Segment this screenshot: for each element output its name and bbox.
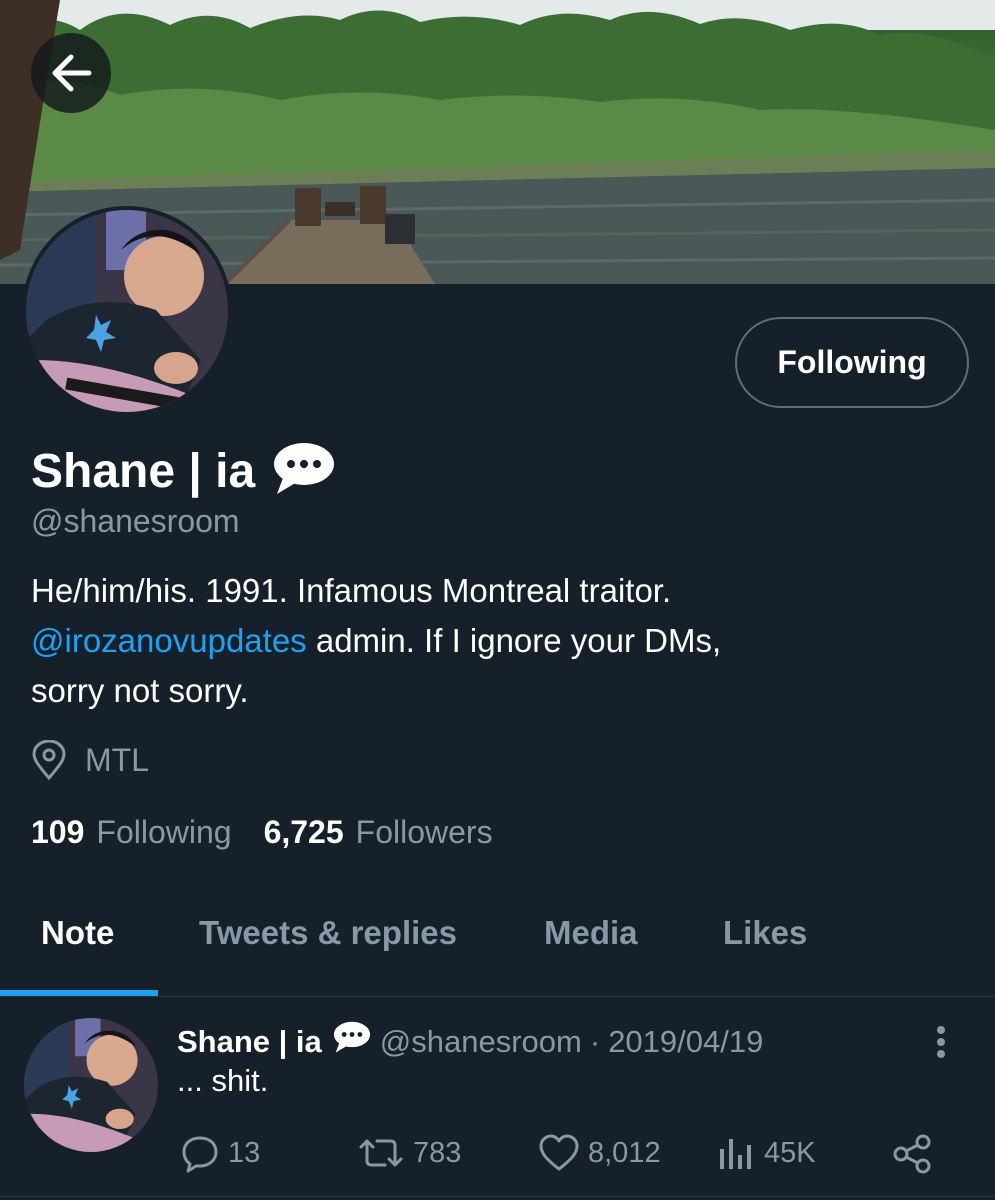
divider xyxy=(0,996,995,997)
like-button[interactable]: 8,012 xyxy=(538,1133,661,1173)
following-label: Following xyxy=(96,814,232,850)
reply-icon xyxy=(182,1136,218,1173)
bar-chart-icon xyxy=(720,1139,751,1169)
tweet-author-handle[interactable]: @shanesroom xyxy=(380,1024,582,1060)
more-options-button[interactable] xyxy=(925,1022,957,1062)
like-count: 8,012 xyxy=(588,1136,661,1169)
bio-line: He/him/his. 1991. Infamous Montreal trai… xyxy=(31,572,672,609)
divider xyxy=(0,1196,995,1197)
following-stat[interactable]: 109 Following xyxy=(31,814,232,851)
tweet-actions: 13 783 8,012 45K xyxy=(0,1133,995,1177)
location-text: MTL xyxy=(85,741,149,778)
retweet-icon xyxy=(359,1139,403,1167)
profile-name-row: Shane | ia xyxy=(31,440,337,503)
tweet-avatar[interactable] xyxy=(24,1018,158,1152)
bio-line: @irozanovupdates admin. If I ignore your… xyxy=(31,616,961,666)
tab-tweets-replies[interactable]: Tweets & replies xyxy=(199,914,457,952)
tab-likes[interactable]: Likes xyxy=(723,914,807,952)
views-button[interactable]: 45K xyxy=(716,1133,816,1173)
bio-mention-link[interactable]: @irozanovupdates xyxy=(31,622,307,659)
profile-location: MTL xyxy=(31,740,149,780)
view-count: 45K xyxy=(764,1136,816,1169)
profile-stats: 109 Following 6,725 Followers xyxy=(31,814,493,851)
tweet-date[interactable]: 2019/04/19 xyxy=(608,1024,763,1060)
share-icon xyxy=(893,1134,931,1174)
reply-button[interactable]: 13 xyxy=(180,1133,260,1173)
arrow-left-icon xyxy=(52,54,92,92)
retweet-button[interactable]: 783 xyxy=(357,1133,461,1173)
more-dot xyxy=(937,1038,945,1046)
followers-label: Followers xyxy=(355,814,493,850)
speech-balloon-icon xyxy=(271,440,337,503)
location-pin-icon xyxy=(32,740,66,780)
reply-count: 13 xyxy=(228,1136,261,1169)
tab-note[interactable]: Note xyxy=(41,914,114,952)
followers-stat[interactable]: 6,725 Followers xyxy=(264,814,493,851)
tweet-author-name[interactable]: Shane | ia xyxy=(177,1024,322,1060)
retweet-count: 783 xyxy=(413,1136,462,1169)
more-dot xyxy=(937,1050,945,1058)
following-count: 109 xyxy=(31,814,85,850)
tweet-text: ... shit. xyxy=(177,1063,269,1098)
back-button[interactable] xyxy=(31,33,111,113)
profile-tabs: Note Tweets & replies Media Likes xyxy=(0,900,995,998)
share-button[interactable] xyxy=(892,1133,942,1175)
bio-text: admin. If I ignore your DMs, xyxy=(306,622,722,659)
tab-media[interactable]: Media xyxy=(544,914,638,952)
tweet-header: Shane | ia @shanesroom · 2019/04/19 xyxy=(177,1020,763,1063)
profile-avatar[interactable] xyxy=(22,206,232,416)
more-dot xyxy=(937,1026,945,1034)
profile-handle: @shanesroom xyxy=(31,503,240,539)
bio-line: sorry not sorry. xyxy=(31,672,249,709)
tweet-separator: · xyxy=(589,1023,601,1059)
following-button[interactable]: Following xyxy=(735,317,969,408)
speech-balloon-icon xyxy=(332,1020,372,1063)
profile-display-name: Shane | ia xyxy=(31,444,256,498)
followers-count: 6,725 xyxy=(263,814,344,850)
profile-bio: He/him/his. 1991. Infamous Montreal trai… xyxy=(31,566,961,716)
heart-icon xyxy=(539,1134,579,1171)
